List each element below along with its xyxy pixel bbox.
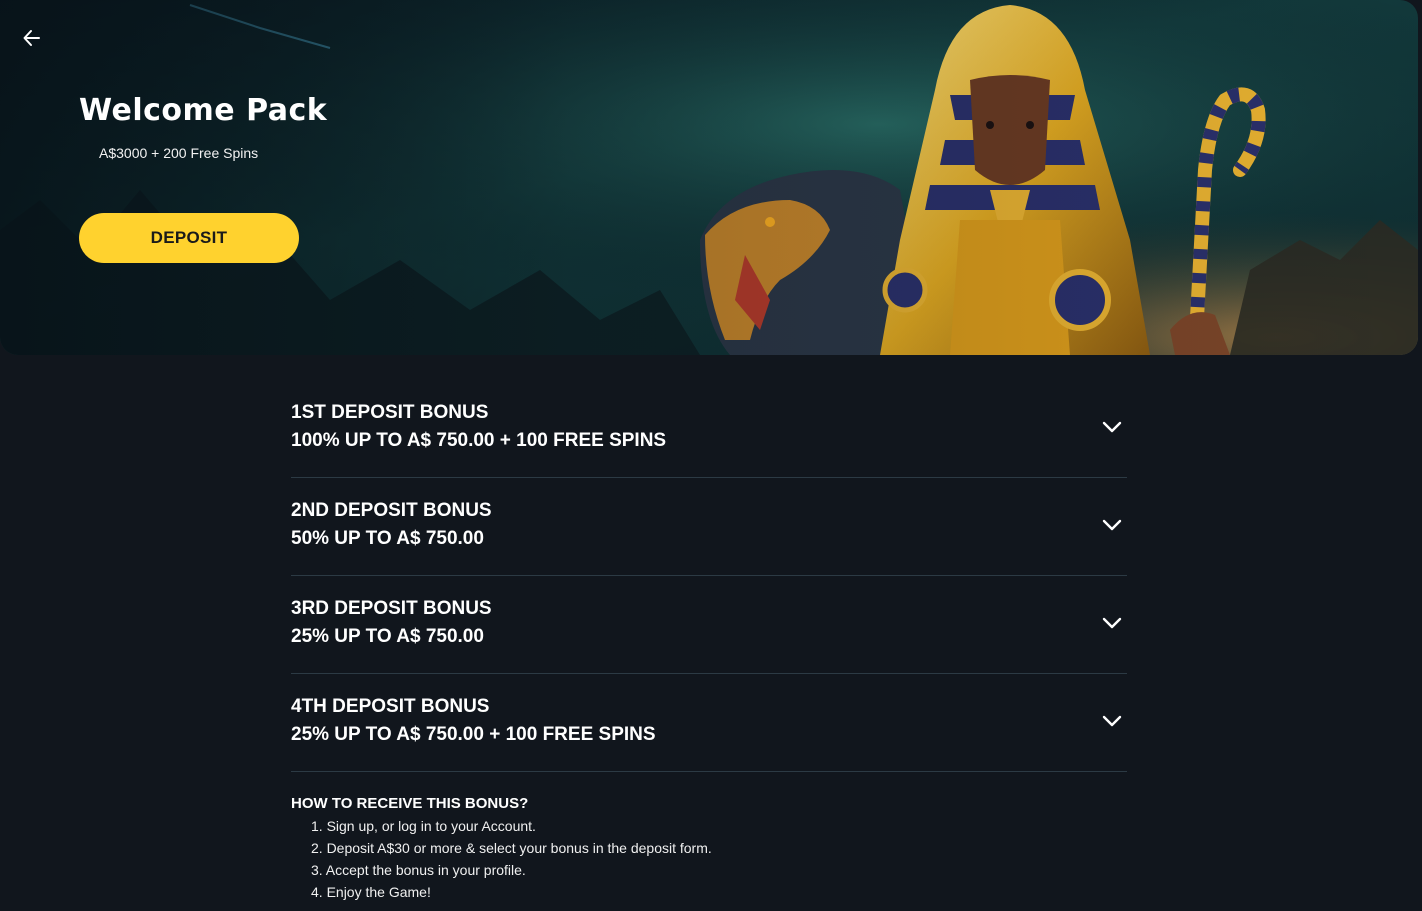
hero-banner: Welcome Pack A$3000 + 200 Free Spins DEP… [0,0,1418,355]
bonus-item-4th[interactable]: 4TH DEPOSIT BONUS 25% UP TO A$ 750.00 + … [291,674,1127,772]
deposit-button[interactable]: DEPOSIT [79,213,299,263]
bonus-item-3rd[interactable]: 3RD DEPOSIT BONUS 25% UP TO A$ 750.00 [291,576,1127,674]
chevron-down-icon[interactable] [1101,416,1123,438]
welcome-pack-page: Welcome Pack A$3000 + 200 Free Spins DEP… [0,0,1422,911]
how-to-steps: 1. Sign up, or log in to your Account. 2… [291,815,1127,903]
bonus-detail: 25% UP TO A$ 750.00 [291,626,484,647]
hero-artwork [0,0,1418,355]
bonus-item-2nd[interactable]: 2ND DEPOSIT BONUS 50% UP TO A$ 750.00 [291,478,1127,576]
page-title: Welcome Pack [79,93,328,128]
chevron-down-icon[interactable] [1101,710,1123,732]
how-to-receive-section: HOW TO RECEIVE THIS BONUS? 1. Sign up, o… [291,793,1127,903]
back-button[interactable] [18,24,46,52]
chevron-down-icon[interactable] [1101,612,1123,634]
bonus-item-1st[interactable]: 1ST DEPOSIT BONUS 100% UP TO A$ 750.00 +… [291,380,1127,478]
hero-subtitle: A$3000 + 200 Free Spins [99,145,259,161]
how-to-step: 3. Accept the bonus in your profile. [311,862,526,878]
bonus-detail: 100% UP TO A$ 750.00 + 100 FREE SPINS [291,430,667,451]
bonus-title: 2ND DEPOSIT BONUS [291,500,492,521]
how-to-step: 4. Enjoy the Game! [311,884,431,900]
bonus-detail: 50% UP TO A$ 750.00 [291,528,484,549]
bonus-accordion: 1ST DEPOSIT BONUS 100% UP TO A$ 750.00 +… [291,380,1127,772]
arrow-left-icon [23,30,40,46]
how-to-title: HOW TO RECEIVE THIS BONUS? [291,795,529,812]
bonus-title: 1ST DEPOSIT BONUS [291,402,489,423]
bonus-title: 4TH DEPOSIT BONUS [291,696,490,717]
chevron-down-icon[interactable] [1101,514,1123,536]
how-to-step: 2. Deposit A$30 or more & select your bo… [311,840,712,856]
bonus-detail: 25% UP TO A$ 750.00 + 100 FREE SPINS [291,724,656,745]
how-to-step: 1. Sign up, or log in to your Account. [311,818,536,834]
bonus-title: 3RD DEPOSIT BONUS [291,598,492,619]
